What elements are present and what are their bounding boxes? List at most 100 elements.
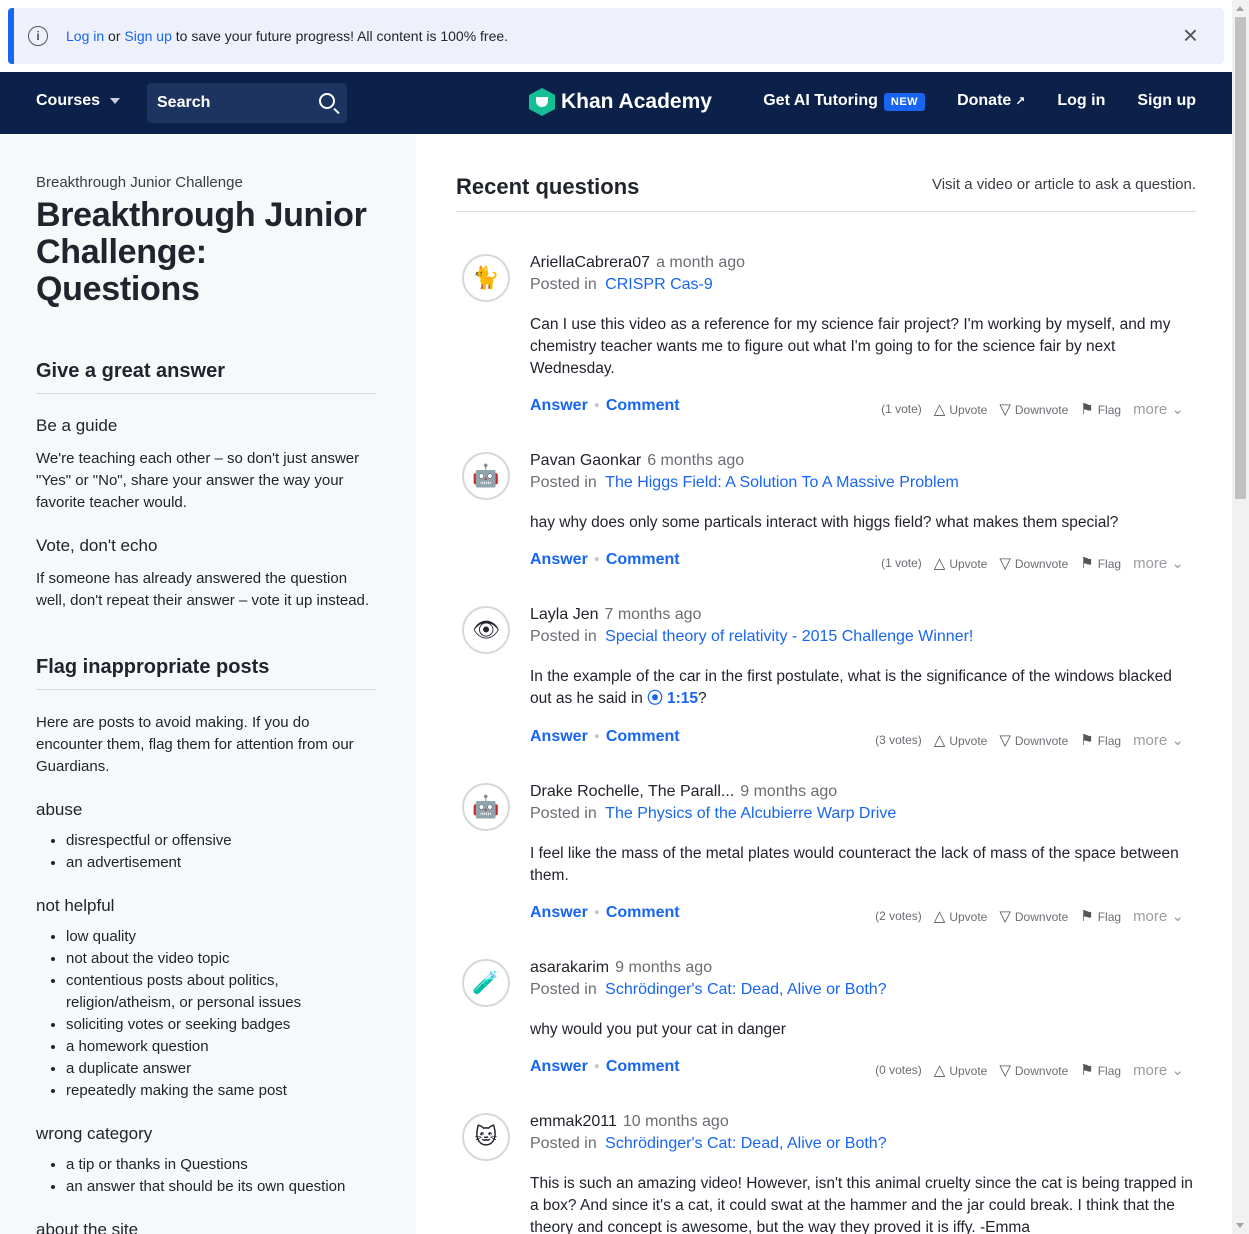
question-body: Can I use this video as a reference for …	[530, 316, 1171, 377]
topic-link[interactable]: Special theory of relativity - 2015 Chal…	[605, 628, 973, 645]
scroll-down-arrow-icon[interactable]	[1236, 1223, 1244, 1228]
vote-count: (3 votes)	[875, 733, 922, 747]
flag-icon: ⚑	[1080, 1062, 1094, 1079]
banner-login-link[interactable]: Log in	[66, 28, 104, 44]
courses-menu[interactable]: Courses	[36, 92, 121, 110]
topic-link[interactable]: Schrödinger's Cat: Dead, Alive or Both?	[605, 1135, 886, 1152]
avatar[interactable]: 👁	[462, 606, 510, 654]
khan-academy-logo[interactable]: Khan Academy	[529, 88, 712, 116]
answer-button[interactable]: Answer	[530, 397, 588, 414]
downvote-button[interactable]: ▽ Downvote	[999, 907, 1068, 925]
author-name[interactable]: Pavan Gaonkar	[530, 452, 641, 469]
upvote-button[interactable]: △ Upvote	[934, 400, 988, 418]
flag-button[interactable]: ⚑ Flag	[1080, 1061, 1121, 1079]
avatar[interactable]: 🐈	[462, 254, 510, 302]
scroll-up-arrow-icon[interactable]	[1236, 6, 1244, 11]
signup-link[interactable]: Sign up	[1137, 92, 1196, 110]
flag-icon: ⚑	[1080, 555, 1094, 572]
breadcrumb[interactable]: Breakthrough Junior Challenge	[36, 174, 376, 191]
scrollbar-thumb[interactable]	[1235, 17, 1246, 499]
flag-button[interactable]: ⚑ Flag	[1080, 907, 1121, 925]
comment-button[interactable]: Comment	[606, 728, 680, 745]
topic-link[interactable]: CRISPR Cas-9	[605, 276, 713, 293]
comment-button[interactable]: Comment	[606, 551, 680, 568]
comment-button[interactable]: Comment	[606, 904, 680, 921]
signup-banner: i Log in or Sign up to save your future …	[8, 8, 1224, 64]
more-button[interactable]: more ⌄	[1133, 554, 1184, 572]
downvote-button[interactable]: ▽ Downvote	[999, 554, 1068, 572]
avatar-glyph: 🧪	[472, 970, 500, 995]
banner-signup-link[interactable]: Sign up	[124, 28, 171, 44]
author-name[interactable]: Drake Rochelle, The Parall...	[530, 783, 734, 800]
list-item: low quality	[66, 926, 376, 948]
question-body: hay why does only some particals interac…	[530, 514, 1119, 531]
avatar[interactable]: 🤖	[462, 452, 510, 500]
search-input[interactable]: Search	[147, 83, 347, 123]
more-button[interactable]: more ⌄	[1133, 731, 1184, 749]
more-button[interactable]: more ⌄	[1133, 400, 1184, 418]
question-body: why would you put your cat in danger	[530, 1021, 786, 1038]
question-meta: Pavan Gaonkar 6 months ago Posted in The …	[530, 452, 959, 492]
post-time: 10 months ago	[622, 1113, 729, 1130]
question-actions: Answer ● Comment (0 votes) △ Upvote ▽ Downvo…	[530, 1058, 1184, 1080]
answer-button[interactable]: Answer	[530, 551, 588, 568]
author-name[interactable]: AriellaCabrera07	[530, 254, 650, 271]
upvote-button[interactable]: △ Upvote	[934, 1061, 988, 1079]
close-icon[interactable]: ×	[1183, 22, 1198, 48]
search-label: Search	[157, 94, 211, 111]
page-scrollbar[interactable]	[1232, 0, 1249, 1234]
comment-button[interactable]: Comment	[606, 397, 680, 414]
topic-link[interactable]: The Physics of the Alcubierre Warp Drive	[605, 805, 896, 822]
donate-link[interactable]: Donate ↗	[957, 92, 1025, 110]
downvote-button[interactable]: ▽ Downvote	[999, 1061, 1068, 1079]
avatar-glyph: 🐈	[472, 265, 500, 290]
upvote-button[interactable]: △ Upvote	[934, 731, 988, 749]
video-timestamp-link[interactable]: ⦿ 1:15	[647, 690, 698, 707]
posted-in: Posted in Schrödinger's Cat: Dead, Alive…	[530, 981, 887, 999]
flag-label: Flag	[1097, 734, 1122, 748]
posted-in: Posted in The Higgs Field: A Solution To…	[530, 474, 959, 492]
answer-button[interactable]: Answer	[530, 1058, 588, 1075]
posted-in-label: Posted in	[530, 805, 597, 822]
avatar[interactable]: 🧪	[462, 959, 510, 1007]
question-meta: Drake Rochelle, The Parall... 9 months ag…	[530, 783, 896, 823]
upvote-label: Upvote	[949, 910, 988, 924]
downvote-label: Downvote	[1014, 403, 1069, 417]
upvote-label: Upvote	[949, 557, 988, 571]
author-name[interactable]: asarakarim	[530, 959, 609, 976]
author-name[interactable]: emmak2011	[530, 1113, 617, 1130]
comment-button[interactable]: Comment	[606, 1058, 680, 1075]
topic-link[interactable]: The Higgs Field: A Solution To A Massive…	[605, 474, 959, 491]
page-title: Breakthrough Junior Challenge: Questions	[36, 196, 367, 308]
list-item: disrespectful or offensive	[66, 830, 376, 852]
answer-button[interactable]: Answer	[530, 728, 588, 745]
chevron-down-icon: ⌄	[1171, 732, 1184, 749]
flag-button[interactable]: ⚑ Flag	[1080, 731, 1121, 749]
flag-heading: Flag inappropriate posts	[36, 656, 376, 690]
upvote-button[interactable]: △ Upvote	[934, 554, 988, 572]
downvote-button[interactable]: ▽ Downvote	[999, 400, 1068, 418]
login-link[interactable]: Log in	[1057, 92, 1105, 110]
more-button[interactable]: more ⌄	[1133, 1061, 1184, 1079]
post-time: 7 months ago	[604, 606, 702, 623]
upvote-button[interactable]: △ Upvote	[934, 907, 988, 925]
upvote-icon: △	[933, 732, 946, 749]
author-name[interactable]: Layla Jen	[530, 606, 599, 623]
list-item: an advertisement	[66, 852, 376, 874]
flag-button[interactable]: ⚑ Flag	[1080, 554, 1121, 572]
question-meta: Layla Jen 7 months ago Posted in Special …	[530, 606, 973, 646]
banner-or: or	[104, 28, 125, 44]
downvote-label: Downvote	[1014, 910, 1069, 924]
topic-link[interactable]: Schrödinger's Cat: Dead, Alive or Both?	[605, 981, 886, 998]
flag-button[interactable]: ⚑ Flag	[1080, 400, 1121, 418]
give-answer-heading: Give a great answer	[36, 360, 376, 394]
vote-text: If someone has already answered the ques…	[36, 570, 370, 609]
avatar[interactable]: 🐱	[462, 1113, 510, 1161]
ai-tutoring-link[interactable]: Get AI Tutoring NEW	[763, 92, 926, 111]
more-button[interactable]: more ⌄	[1133, 907, 1184, 925]
avatar[interactable]: 🤖	[462, 783, 510, 831]
answer-button[interactable]: Answer	[530, 904, 588, 921]
search-icon[interactable]	[319, 93, 335, 109]
chevron-down-icon: ⌄	[1171, 401, 1184, 418]
downvote-button[interactable]: ▽ Downvote	[999, 731, 1068, 749]
